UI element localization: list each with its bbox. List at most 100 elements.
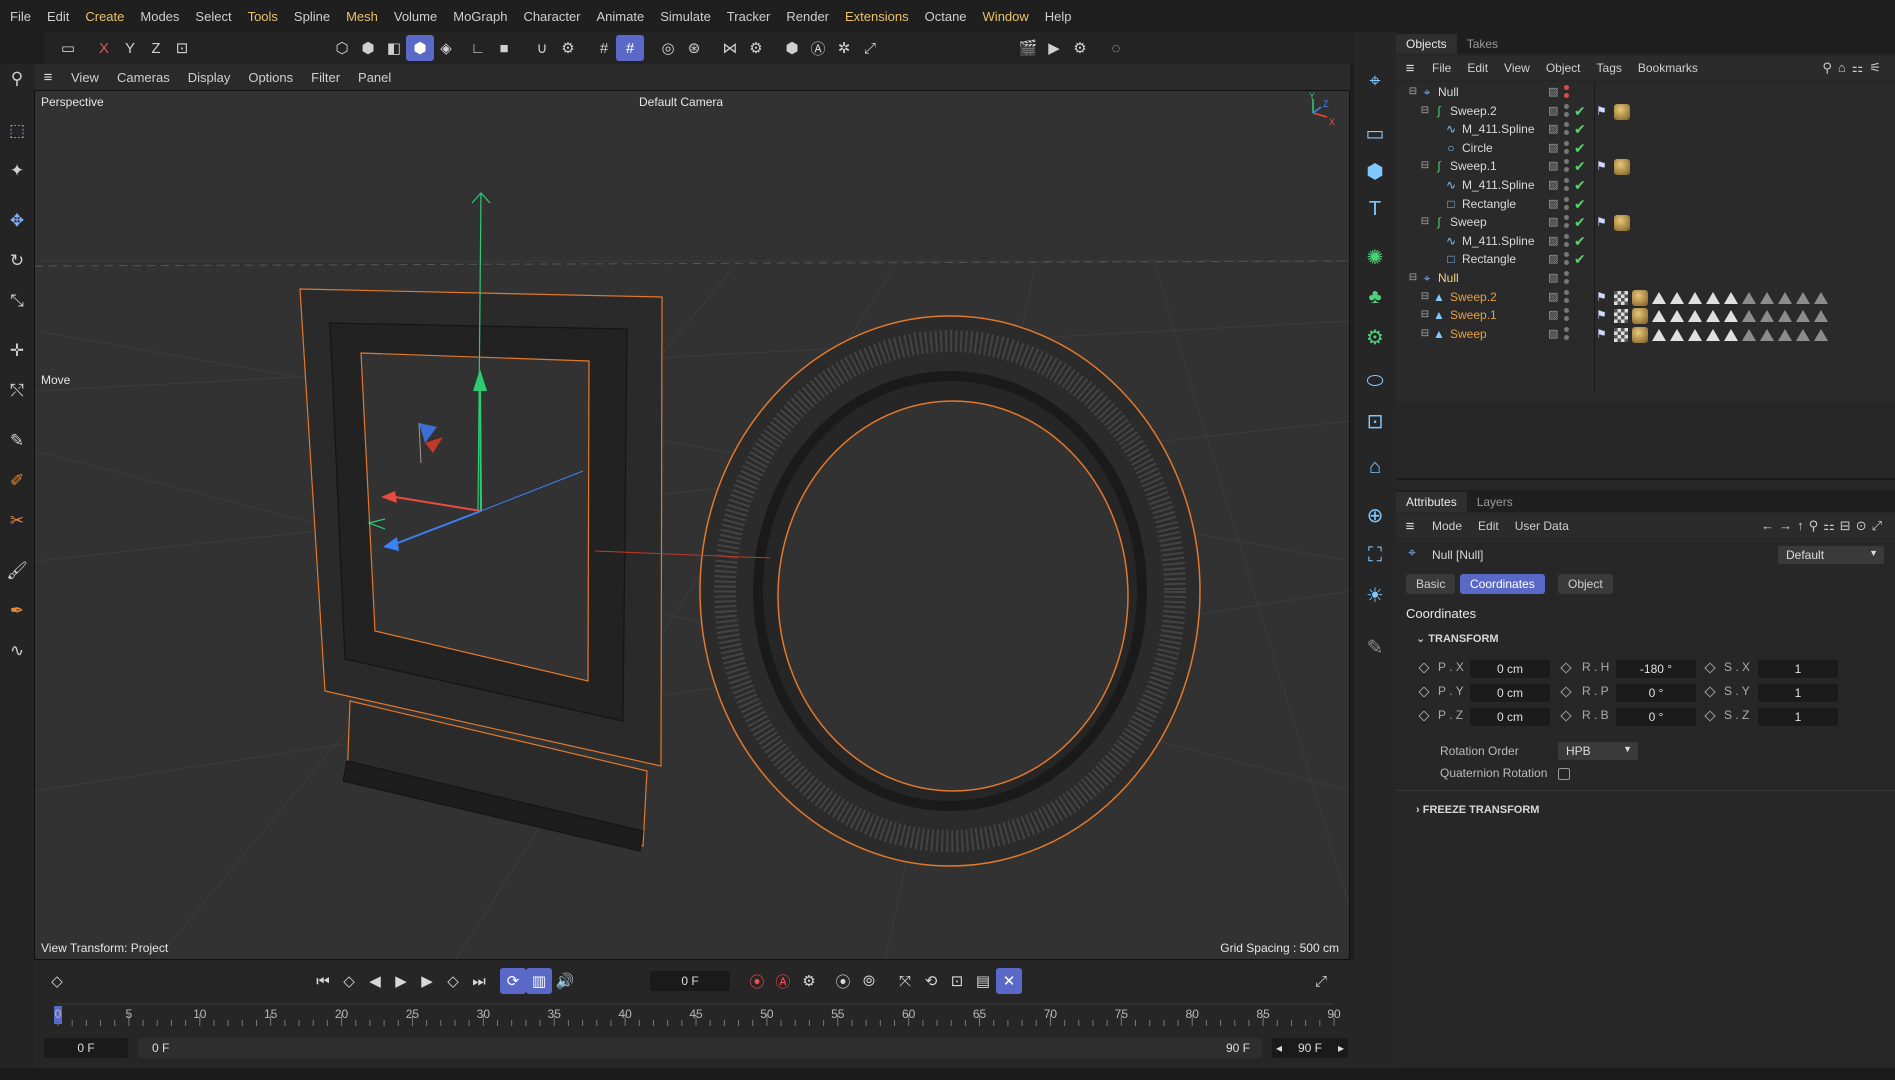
selection-tag-icon[interactable]: [1742, 291, 1756, 304]
viewport-projection-label[interactable]: Perspective: [41, 95, 104, 109]
selection-tag-icon[interactable]: [1814, 291, 1828, 304]
object-name[interactable]: Null: [1438, 85, 1459, 99]
enabled-check-icon[interactable]: ✔: [1574, 103, 1586, 120]
selection-tag-icon[interactable]: [1760, 328, 1774, 341]
selection-tag-icon[interactable]: [1778, 291, 1792, 304]
attributes-menu-user-data[interactable]: User Data: [1507, 519, 1577, 533]
objects-menu-edit[interactable]: Edit: [1459, 61, 1496, 75]
visibility-dots[interactable]: [1563, 84, 1569, 100]
text-palette-icon[interactable]: T: [1360, 194, 1390, 224]
object-name[interactable]: M_411.Spline: [1462, 234, 1535, 248]
menu-character[interactable]: Character: [515, 9, 588, 24]
selection-tag-icon[interactable]: [1670, 310, 1684, 323]
menu-octane[interactable]: Octane: [917, 9, 975, 24]
rotate-tool-icon[interactable]: ↻: [2, 246, 32, 276]
layer-icon[interactable]: ▨: [1548, 234, 1560, 248]
material-tag-icon[interactable]: [1632, 308, 1648, 325]
start-frame-field[interactable]: 0 F: [44, 1038, 128, 1058]
material-tag-icon[interactable]: [1614, 215, 1630, 232]
display-tag-icon[interactable]: ⚑: [1596, 215, 1610, 231]
enabled-check-icon[interactable]: ✔: [1574, 196, 1586, 213]
objects-menu-file[interactable]: File: [1424, 61, 1459, 75]
light-palette-icon[interactable]: ☀: [1360, 580, 1390, 610]
snap-icon[interactable]: ∪: [528, 35, 556, 61]
objects-menu-object[interactable]: Object: [1538, 61, 1589, 75]
keyframe-diamond-icon[interactable]: [1560, 662, 1572, 674]
material-tag-icon[interactable]: [1614, 159, 1630, 176]
layer-icon[interactable]: ▨: [1548, 290, 1560, 304]
menu-select[interactable]: Select: [187, 9, 239, 24]
enabled-check-icon[interactable]: ✔: [1574, 177, 1586, 194]
pz-field[interactable]: 0 cm: [1470, 708, 1550, 726]
move-tool-icon[interactable]: ✥: [2, 206, 32, 236]
selection-tag-icon[interactable]: [1796, 310, 1810, 323]
rp-field[interactable]: 0 °: [1616, 684, 1696, 702]
attributes-menu-edit[interactable]: Edit: [1470, 519, 1507, 533]
object-name[interactable]: Sweep: [1450, 215, 1487, 229]
spline-sketch-icon[interactable]: ✐: [2, 466, 32, 496]
viewport[interactable]: Y Z X Perspective Default Camera Move Vi…: [34, 90, 1350, 960]
end-frame-field[interactable]: ◂ 90 F ▸: [1272, 1038, 1348, 1058]
enabled-check-icon[interactable]: ✔: [1574, 214, 1586, 231]
viewport-menu-view[interactable]: View: [62, 70, 108, 85]
menu-volume[interactable]: Volume: [386, 9, 445, 24]
objects-menu-bookmarks[interactable]: Bookmarks: [1630, 61, 1706, 75]
layer-icon[interactable]: ▨: [1548, 122, 1560, 136]
tab-attributes[interactable]: Attributes: [1396, 492, 1467, 512]
tab-objects[interactable]: Objects: [1396, 34, 1457, 54]
brush-tool-icon[interactable]: 🖌: [2, 556, 32, 586]
maximize-icon[interactable]: ⤢: [856, 35, 884, 61]
selection-tag-icon[interactable]: [1760, 291, 1774, 304]
menu-tracker[interactable]: Tracker: [719, 9, 779, 24]
selection-tag-icon[interactable]: [1742, 328, 1756, 341]
viewport-camera-label[interactable]: Default Camera: [639, 95, 723, 109]
snap-settings-icon[interactable]: ⚙: [554, 35, 582, 61]
enabled-check-icon[interactable]: ✔: [1574, 158, 1586, 175]
menu-spline[interactable]: Spline: [286, 9, 338, 24]
field-palette-icon[interactable]: ⬭: [1360, 366, 1390, 396]
selection-tag-icon[interactable]: [1796, 291, 1810, 304]
keyframe-diamond-icon[interactable]: [1418, 686, 1430, 698]
keyframe-diamond-icon[interactable]: [1418, 710, 1430, 722]
selection-tag-icon[interactable]: [1670, 328, 1684, 341]
transfer-tool-icon[interactable]: ✛: [2, 336, 32, 366]
selection-tag-icon[interactable]: [1652, 328, 1666, 341]
uvw-tag-icon[interactable]: [1614, 309, 1628, 324]
keyframe-diamond-icon[interactable]: [1560, 686, 1572, 698]
viewport-menu-filter[interactable]: Filter: [302, 70, 349, 85]
display-tag-icon[interactable]: ⚑: [1596, 159, 1610, 175]
tab-layers[interactable]: Layers: [1467, 492, 1523, 512]
selection-tag-icon[interactable]: [1724, 328, 1738, 341]
expand-toggle-icon[interactable]: ⊟: [1406, 271, 1420, 285]
rb-field[interactable]: 0 °: [1616, 708, 1696, 726]
object-name[interactable]: Sweep.1: [1450, 159, 1497, 173]
axis-y-toggle[interactable]: Y: [116, 35, 144, 61]
expand-toggle-icon[interactable]: ⊟: [1418, 290, 1432, 304]
visibility-dots[interactable]: [1563, 103, 1569, 119]
sz-field[interactable]: 1: [1758, 708, 1838, 726]
menu-help[interactable]: Help: [1037, 9, 1080, 24]
symmetry-settings-icon[interactable]: ⚙: [742, 35, 770, 61]
grid-icon[interactable]: #: [590, 35, 618, 61]
search-icon[interactable]: ⚲: [2, 64, 32, 94]
axis-x-toggle[interactable]: X: [90, 35, 118, 61]
layer-icon[interactable]: ▨: [1548, 104, 1560, 118]
py-field[interactable]: 0 cm: [1470, 684, 1550, 702]
axis-mode-icon[interactable]: ∟: [464, 35, 492, 61]
render-to-picture-viewer-icon[interactable]: ▶: [1040, 35, 1068, 61]
keyframe-diamond-icon[interactable]: [1704, 710, 1716, 722]
material-tag-icon[interactable]: [1614, 103, 1630, 120]
selection-tag-icon[interactable]: [1670, 291, 1684, 304]
px-field[interactable]: 0 cm: [1470, 660, 1550, 678]
objects-search-icon[interactable]: ⚲⌂⚏⚟: [1822, 60, 1887, 76]
keyframe-diamond-icon[interactable]: [1418, 662, 1430, 674]
object-name[interactable]: Sweep.1: [1450, 308, 1497, 322]
menu-file[interactable]: File: [2, 9, 39, 24]
menu-window[interactable]: Window: [975, 9, 1037, 24]
menu-tools[interactable]: Tools: [240, 9, 286, 24]
object-name[interactable]: M_411.Spline: [1462, 178, 1535, 192]
render-settings-icon[interactable]: ⊛: [680, 35, 708, 61]
enabled-check-icon[interactable]: ✔: [1574, 121, 1586, 138]
scene-palette-icon[interactable]: ⌂: [1360, 452, 1390, 482]
selection-tag-icon[interactable]: [1814, 328, 1828, 341]
